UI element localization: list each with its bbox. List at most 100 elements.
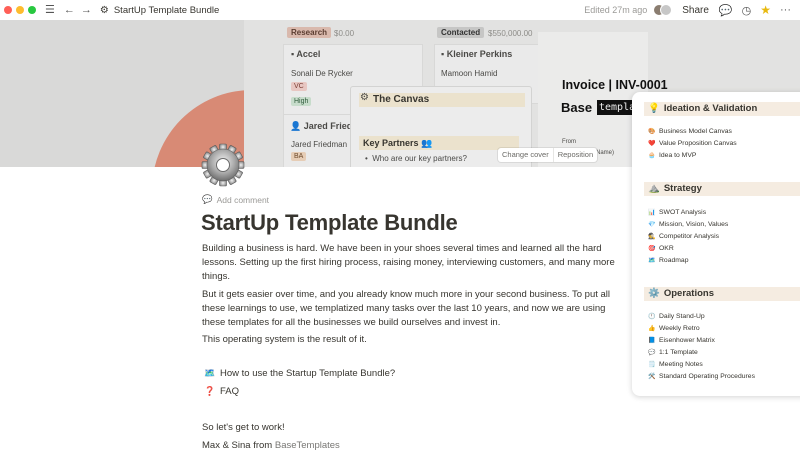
vc-tag: VC — [291, 82, 307, 91]
avatar[interactable] — [660, 4, 673, 16]
cupcake-icon: 🧁 — [648, 153, 656, 159]
history-icon[interactable]: ◷ — [742, 4, 752, 17]
list-item-label: Daily Stand-Up — [659, 313, 705, 320]
list-item-label: Eisenhower Matrix — [659, 337, 715, 344]
gear-icon: ⚙️ — [648, 288, 660, 299]
list-item-value-proposition-canvas[interactable]: ❤️ Value Proposition Canvas — [648, 138, 737, 150]
intro-paragraph-3[interactable]: This operating system is the result of i… — [202, 333, 627, 347]
add-comment-label: Add comment — [216, 194, 270, 205]
collaborator-avatars[interactable] — [653, 4, 673, 16]
reposition-button[interactable]: Reposition — [552, 148, 597, 162]
breadcrumb-title[interactable]: StartUp Template Bundle — [114, 5, 219, 16]
list-item-label: Roadmap — [659, 257, 689, 264]
close-window-button[interactable] — [4, 6, 12, 14]
list-item-daily-stand-up[interactable]: 🕛 Daily Stand-Up — [648, 311, 755, 323]
list-item-label: 1:1 Template — [659, 349, 698, 356]
forward-arrow-icon[interactable]: → — [81, 0, 92, 20]
list-item-business-model-canvas[interactable]: 🎨 Business Model Canvas — [648, 126, 737, 138]
back-arrow-icon[interactable]: ← — [64, 0, 75, 20]
kleiner-contact-name: Mamoon Hamid — [441, 69, 498, 78]
comment-icon: 💬 — [202, 194, 213, 204]
section-heading-strategy: ⛰️ Strategy — [644, 182, 800, 196]
lightbulb-icon: 💡 — [648, 103, 660, 114]
list-item-okr[interactable]: 🎯 OKR — [648, 243, 728, 255]
contacted-amount: $550,000.00 — [488, 29, 533, 38]
share-button[interactable]: Share — [682, 5, 709, 16]
ideation-list: 🎨 Business Model Canvas ❤️ Value Propositi… — [648, 126, 737, 162]
tools-icon: 🛠️ — [648, 374, 656, 380]
list-item-idea-to-mvp[interactable]: 🧁 Idea to MVP — [648, 150, 737, 162]
closing-paragraph[interactable]: So let's get to work! — [202, 421, 627, 435]
canvas-preview-title: The Canvas — [359, 93, 525, 107]
map-icon: 🗺️ — [204, 368, 216, 378]
list-item-meeting-notes[interactable]: 🗒️ Meeting Notes — [648, 359, 755, 371]
intro-paragraph-1[interactable]: Building a business is hard. We have bee… — [202, 242, 627, 284]
faq-link-label: FAQ — [220, 386, 240, 397]
list-item-label: Value Proposition Canvas — [659, 140, 737, 147]
list-item-label: Meeting Notes — [659, 361, 703, 368]
contacted-tag: Contacted — [437, 27, 485, 38]
list-item-label: Idea to MVP — [659, 152, 697, 159]
invoice-preview-title: Invoice | INV-0001 — [562, 78, 668, 92]
faq-link[interactable]: ❓ FAQ — [204, 386, 239, 397]
list-item-roadmap[interactable]: 🗺️ Roadmap — [648, 255, 728, 267]
window-controls — [4, 6, 36, 14]
list-item-eisenhower-matrix[interactable]: 📘 Eisenhower Matrix — [648, 335, 755, 347]
gear-icon[interactable] — [200, 142, 246, 188]
sidebar-toggle-icon[interactable]: ☰ — [45, 0, 55, 20]
thumbs-up-icon: 👍 — [648, 326, 656, 332]
list-item-one-on-one-template[interactable]: 💬 1:1 Template — [648, 347, 755, 359]
map-icon: 🗺️ — [648, 258, 656, 264]
section-heading-operations: ⚙️ Operations — [644, 287, 800, 301]
target-icon: 🎯 — [648, 246, 656, 252]
list-item-competitor-analysis[interactable]: 🕵️ Competitor Analysis — [648, 231, 728, 243]
speech-bubble-icon: 💬 — [648, 350, 656, 356]
list-item-label: OKR — [659, 245, 674, 252]
research-amount: $0.00 — [334, 29, 355, 38]
notepad-icon: 🗒️ — [648, 362, 656, 368]
book-icon: 📘 — [648, 338, 656, 344]
last-edited-text: Edited 27m ago — [584, 5, 648, 15]
favorite-star-icon[interactable]: ★ — [760, 3, 771, 17]
list-item-label: Mission, Vision, Values — [659, 221, 729, 228]
key-partners-heading: Key Partners 👥 — [359, 136, 519, 150]
section-heading-ideation: 💡 Ideation & Validation — [644, 102, 800, 116]
intro-paragraph-2[interactable]: But it gets easier over time, and you al… — [202, 288, 627, 330]
list-item-mission-vision-values[interactable]: 💎 Mission, Vision, Values — [648, 219, 728, 231]
section-title: Ideation & Validation — [663, 103, 758, 114]
question-mark-icon: ❓ — [204, 386, 216, 396]
how-to-use-link-label: How to use the Startup Template Bundle? — [220, 368, 396, 379]
section-title: Operations — [663, 288, 714, 299]
list-item-label: Competitor Analysis — [659, 233, 720, 240]
palette-icon: 🎨 — [648, 129, 656, 135]
bar-chart-icon: 📊 — [648, 210, 656, 216]
signature-text: Max & Sina from — [202, 440, 275, 451]
section-title: Strategy — [663, 183, 702, 194]
how-to-use-link[interactable]: 🗺️ How to use the Startup Template Bundl… — [204, 368, 395, 379]
page-title[interactable]: StartUp Template Bundle — [201, 210, 458, 236]
zoom-window-button[interactable] — [28, 6, 36, 14]
operations-list: 🕛 Daily Stand-Up 👍 Weekly Retro 📘 Eisenhowe… — [648, 311, 755, 383]
add-comment-button[interactable]: 💬 Add comment — [202, 194, 269, 205]
invoice-from-label: From — [562, 139, 576, 145]
more-options-icon[interactable]: ··· — [780, 4, 791, 16]
list-item-label: Weekly Retro — [659, 325, 700, 332]
list-item-standard-operating-procedures[interactable]: 🛠️ Standard Operating Procedures — [648, 371, 755, 383]
research-tag: Research — [287, 27, 332, 38]
gem-icon: 💎 — [648, 222, 656, 228]
jared-contact-name: Jared Friedman — [291, 140, 348, 149]
list-item-weekly-retro[interactable]: 👍 Weekly Retro — [648, 323, 755, 335]
template-index-panel: 💡 Ideation & Validation 🎨 Business Model … — [632, 92, 800, 396]
comments-icon[interactable]: 💬 — [719, 4, 733, 17]
cover-actions: Change cover Reposition — [498, 148, 598, 162]
gear-icon: ⚙ — [360, 92, 369, 103]
minimize-window-button[interactable] — [16, 6, 24, 14]
basetemplates-link[interactable]: BaseTemplates — [275, 440, 340, 451]
heart-icon: ❤️ — [648, 141, 656, 147]
gear-icon: ⚙ — [99, 4, 109, 16]
change-cover-button[interactable]: Change cover — [498, 148, 553, 162]
list-item-swot-analysis[interactable]: 📊 SWOT Analysis — [648, 207, 728, 219]
signature-line[interactable]: Max & Sina from BaseTemplates — [202, 439, 627, 453]
detective-icon: 🕵️ — [648, 234, 656, 240]
kleiner-card-title: ▪ Kleiner Perkins — [441, 49, 513, 59]
